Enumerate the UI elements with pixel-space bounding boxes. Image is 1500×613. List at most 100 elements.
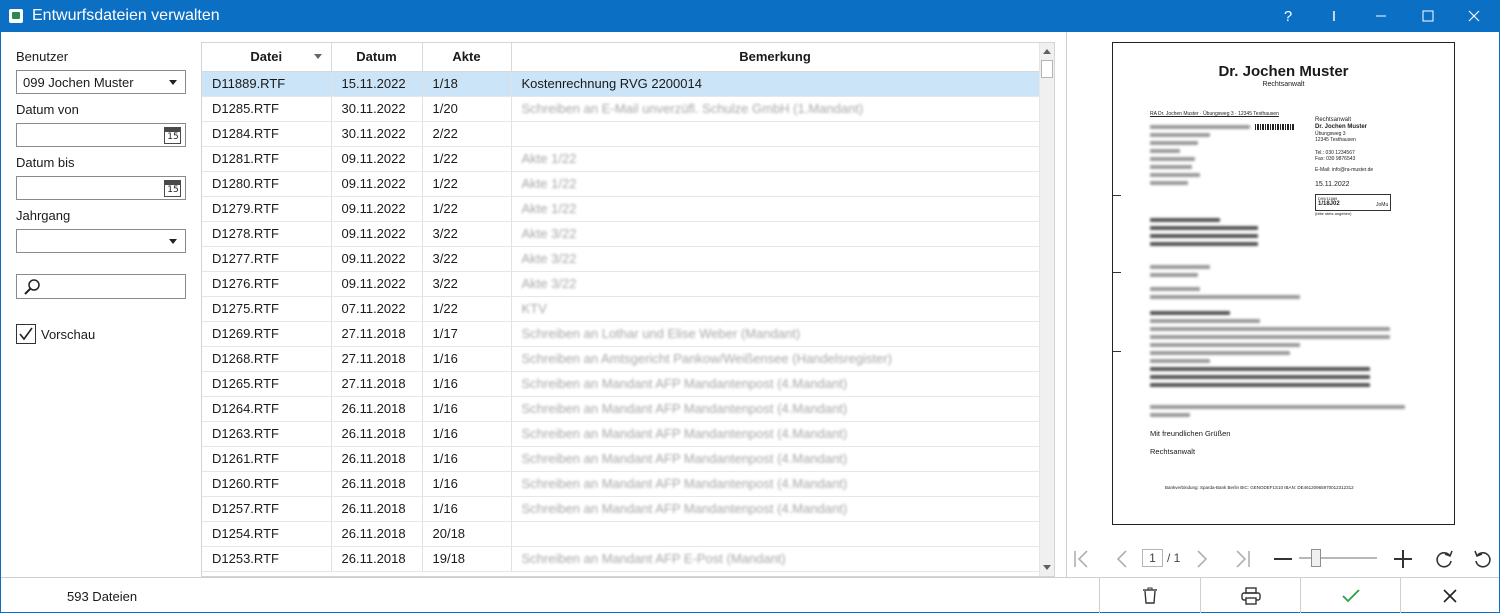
cell-bemerkung: Akte 3/22	[511, 221, 1040, 247]
table-row[interactable]: D1278.RTF 09.11.2022 3/22 Akte 3/22	[202, 221, 1040, 247]
fold-mark	[1113, 272, 1121, 273]
cell-datum: 09.11.2022	[331, 271, 423, 297]
first-page-button[interactable]	[1067, 545, 1095, 573]
barcode	[1255, 124, 1295, 130]
blurred-text	[1150, 295, 1300, 299]
column-header-datum[interactable]: Datum	[331, 43, 423, 72]
column-header-datei[interactable]: Datei	[202, 43, 332, 72]
chevron-down-icon[interactable]	[161, 230, 185, 252]
table-row[interactable]: D1284.RTF 30.11.2022 2/22	[202, 121, 1040, 147]
cell-bemerkung: Schreiben an E-Mail unverzüfl. Schulze G…	[511, 96, 1040, 122]
contact-role: Rechtsanwalt	[1315, 117, 1352, 123]
page-number-input[interactable]: 1	[1142, 549, 1163, 567]
benutzer-select[interactable]: 099 Jochen Muster	[16, 70, 186, 94]
delete-button[interactable]	[1099, 578, 1200, 613]
cell-datum: 26.11.2018	[331, 496, 423, 522]
first-page-icon	[1074, 550, 1088, 568]
maximize-button[interactable]	[1405, 0, 1451, 32]
cell-akte: 1/16	[422, 446, 512, 472]
table-row[interactable]: D1253.RTF 26.11.2018 19/18 Schreiben an Man…	[202, 546, 1040, 572]
cell-datum: 27.11.2018	[331, 321, 423, 347]
cell-datei: D1268.RTF	[202, 346, 332, 372]
calendar-icon[interactable]: 15	[164, 127, 181, 144]
blurred-text	[1150, 287, 1200, 291]
ref-value: 1/18J02	[1318, 201, 1340, 207]
cell-datum: 30.11.2022	[331, 96, 423, 122]
column-header-akte[interactable]: Akte	[422, 43, 512, 72]
cell-datum: 07.11.2022	[331, 296, 423, 322]
datum-von-field[interactable]: 15	[16, 123, 186, 147]
cell-datei: D1265.RTF	[202, 371, 332, 397]
cell-bemerkung: Schreiben an Mandant AFP Mandantenpost (…	[511, 446, 1040, 472]
table-row[interactable]: D1285.RTF 30.11.2022 1/20 Schreiben an E-Ma…	[202, 96, 1040, 122]
blurred-text	[1150, 351, 1290, 355]
cell-datei: D1277.RTF	[202, 246, 332, 272]
last-page-button[interactable]	[1229, 545, 1257, 573]
previous-page-button[interactable]	[1108, 545, 1136, 573]
cell-datei: D1254.RTF	[202, 521, 332, 547]
table-row[interactable]: D1275.RTF 07.11.2022 1/22 KTV	[202, 296, 1040, 322]
column-header-bemerkung[interactable]: Bemerkung	[511, 43, 1040, 72]
jahrgang-select[interactable]	[16, 229, 186, 253]
cell-akte: 1/16	[422, 396, 512, 422]
calendar-icon[interactable]: 15	[164, 180, 181, 197]
table-row[interactable]: D1281.RTF 09.11.2022 1/22 Akte 1/22	[202, 146, 1040, 172]
ref-initials: JoMu	[1376, 202, 1389, 208]
app-icon	[9, 9, 23, 23]
table-row[interactable]: D1268.RTF 27.11.2018 1/16 Schreiben an Amts…	[202, 346, 1040, 372]
doc-footer: Bankverbindung: Sparda-Bank Berlin BIC: …	[1165, 485, 1354, 490]
blurred-text	[1150, 343, 1300, 347]
table-row[interactable]: D1279.RTF 09.11.2022 1/22 Akte 1/22	[202, 196, 1040, 222]
table-row[interactable]: D1277.RTF 09.11.2022 3/22 Akte 3/22	[202, 246, 1040, 272]
minimize-icon	[1376, 15, 1386, 17]
blurred-text	[1150, 181, 1188, 185]
status-bar: 593 Dateien	[1, 577, 1499, 613]
table-row[interactable]: D1261.RTF 26.11.2018 1/16 Schreiben an Mand…	[202, 446, 1040, 472]
chevron-down-icon[interactable]	[161, 71, 185, 93]
cell-bemerkung: Schreiben an Amtsgericht Pankow/Weißense…	[511, 346, 1040, 372]
table-row[interactable]: D1269.RTF 27.11.2018 1/17 Schreiben an Loth…	[202, 321, 1040, 347]
cell-bemerkung: Schreiben an Mandant AFP Mandantenpost (…	[511, 396, 1040, 422]
minimize-button[interactable]	[1358, 0, 1404, 32]
datum-bis-field[interactable]: 15	[16, 176, 186, 200]
table-scrollbar[interactable]	[1039, 43, 1054, 576]
scroll-up-icon[interactable]	[1040, 44, 1054, 59]
rotate-right-button[interactable]	[1430, 545, 1458, 573]
search-input[interactable]	[16, 274, 186, 299]
table-row[interactable]: D1260.RTF 26.11.2018 1/16 Schreiben an Mand…	[202, 471, 1040, 497]
blurred-text	[1150, 375, 1370, 379]
scroll-thumb[interactable]	[1041, 60, 1053, 78]
table-row[interactable]: D1264.RTF 26.11.2018 1/16 Schreiben an Mand…	[202, 396, 1040, 422]
cell-datum: 09.11.2022	[331, 246, 423, 272]
cell-akte: 1/22	[422, 146, 512, 172]
close-window-button[interactable]	[1451, 0, 1497, 32]
print-button[interactable]	[1200, 578, 1300, 613]
cell-datei: D1264.RTF	[202, 396, 332, 422]
cell-datei: D11889.RTF	[202, 71, 332, 97]
confirm-button[interactable]	[1300, 578, 1400, 613]
vorschau-checkbox[interactable]	[16, 324, 36, 344]
cell-akte: 1/22	[422, 296, 512, 322]
next-page-button[interactable]	[1188, 545, 1216, 573]
datum-von-label: Datum von	[16, 102, 79, 117]
blurred-text	[1150, 133, 1210, 137]
table-row[interactable]: D1265.RTF 27.11.2018 1/16 Schreiben an Mand…	[202, 371, 1040, 397]
table-row[interactable]: D1254.RTF 26.11.2018 20/18	[202, 521, 1040, 547]
zoom-out-button[interactable]	[1269, 545, 1297, 573]
maximize-icon	[1422, 10, 1434, 22]
table-row[interactable]: D1280.RTF 09.11.2022 1/22 Akte 1/22	[202, 171, 1040, 197]
zoom-in-button[interactable]	[1389, 545, 1417, 573]
cell-bemerkung: Kostenrechnung RVG 2200014	[511, 71, 1040, 97]
cell-bemerkung: Schreiben an Mandant AFP Mandantenpost (…	[511, 496, 1040, 522]
cancel-button[interactable]	[1400, 578, 1499, 613]
cell-datei: D1263.RTF	[202, 421, 332, 447]
help-button[interactable]: ?	[1265, 0, 1311, 32]
table-row[interactable]: D1257.RTF 26.11.2018 1/16 Schreiben an Mand…	[202, 496, 1040, 522]
rotate-left-button[interactable]	[1469, 545, 1497, 573]
table-row[interactable]: D1263.RTF 26.11.2018 1/16 Schreiben an Mand…	[202, 421, 1040, 447]
table-row[interactable]: D11889.RTF 15.11.2022 1/18 Kostenrechnung R…	[202, 71, 1040, 97]
zoom-slider-thumb[interactable]	[1311, 549, 1321, 567]
scroll-down-icon[interactable]	[1040, 560, 1054, 575]
table-row[interactable]: D1276.RTF 09.11.2022 3/22 Akte 3/22	[202, 271, 1040, 297]
calendar-day: 15	[167, 132, 179, 142]
